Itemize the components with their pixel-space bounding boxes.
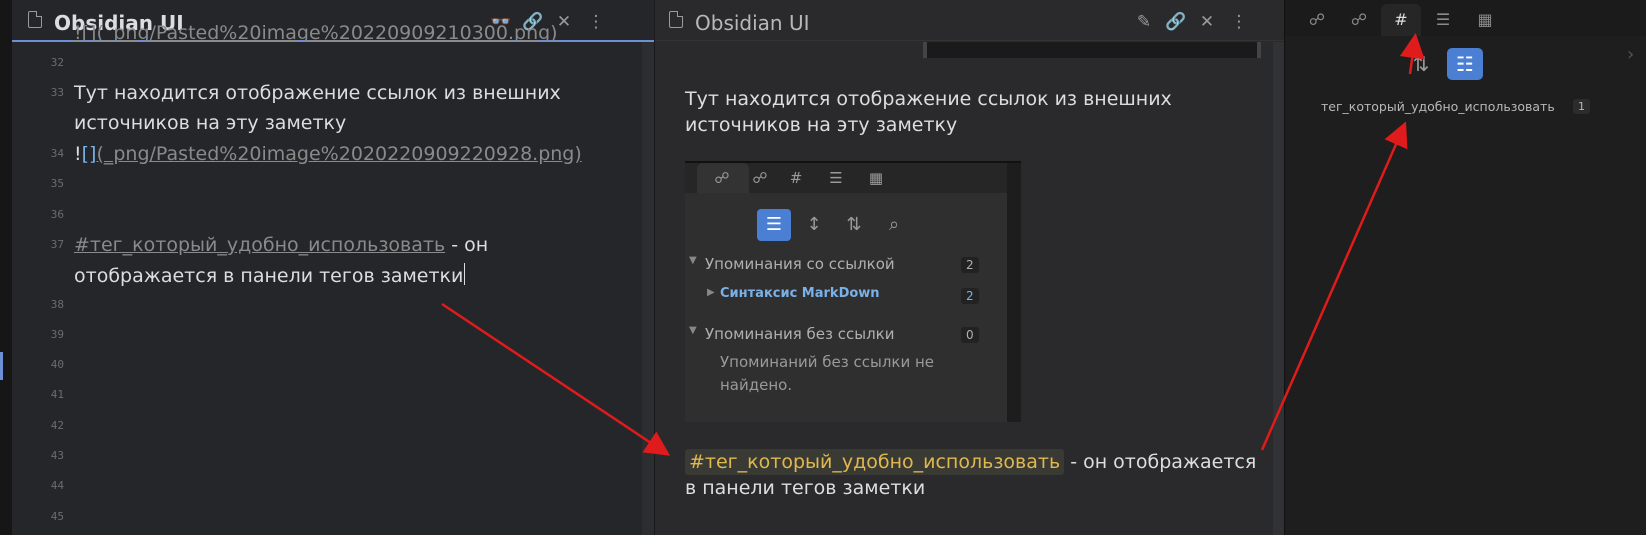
editor-line-33b[interactable]: источников на эту заметку — [74, 108, 346, 138]
preview-paragraph-line2: источников на эту заметку — [685, 114, 958, 136]
unlinked-mentions-label: Упоминания без ссылки — [705, 325, 895, 343]
tag-icon: # — [789, 169, 803, 187]
line-number: 36 — [50, 208, 64, 221]
edit-icon[interactable]: ✎ — [1133, 11, 1155, 33]
line-number: 43 — [50, 449, 64, 462]
line-number: 34 — [50, 147, 64, 160]
outline-icon: ☰ — [829, 169, 843, 187]
backlinks-tab-icon[interactable]: ☍ — [1297, 4, 1337, 36]
document-icon — [669, 11, 683, 28]
preview-header: Obsidian UI ✎ 🔗 ✕ ⋮ — [655, 4, 1285, 41]
line-number: 33 — [50, 86, 64, 99]
line-number: 32 — [50, 56, 64, 69]
preview-title: Obsidian UI — [695, 11, 810, 35]
cut-off-line: ![](_png/Pasted%20image%20220909210300.p… — [74, 24, 558, 42]
preview-paragraph-line1: Тут находится отображение ссылок из внеш… — [685, 88, 1172, 110]
caret-right-icon: ▶ — [707, 287, 715, 298]
caret-down-icon: ▼ — [689, 325, 697, 336]
collapse-icon: ↕ — [806, 214, 822, 235]
preview-tag-line1: #тег_который_удобно_использовать - он от… — [685, 449, 1256, 475]
line-number: 35 — [50, 177, 64, 190]
caret-down-icon: ▼ — [689, 255, 697, 266]
line-number: 39 — [50, 328, 64, 341]
search-icon: ⌕ — [888, 214, 900, 235]
unlinked-empty-line1: Упоминаний без ссылки не — [720, 353, 935, 371]
chevron-right-icon[interactable]: › — [1627, 44, 1634, 65]
table-icon: ▦ — [868, 169, 884, 187]
table-tab-icon[interactable]: ▦ — [1465, 4, 1505, 36]
embedded-rail — [1007, 163, 1021, 422]
linked-mentions-label: Упоминания со ссылкой — [705, 255, 895, 273]
editor-line-37a[interactable]: #тег_который_удобно_использовать - он — [74, 230, 488, 260]
sidebar-tab-bar: ☍ ☍ # ☰ ▦ — [1285, 0, 1646, 36]
backlinks-icon: ☍ — [714, 169, 730, 187]
list-view-icon: ☰ — [757, 209, 791, 241]
unlinked-mentions-count: 0 — [961, 327, 979, 343]
linked-mention-item: Синтаксис MarkDown — [720, 286, 880, 301]
linked-item-count: 2 — [961, 288, 979, 304]
line-number: 37 — [50, 238, 64, 251]
more-options-icon[interactable]: ⋮ — [585, 11, 607, 33]
linked-mentions-count: 2 — [961, 257, 979, 273]
text-cursor — [464, 263, 466, 285]
sort-icon: ⇅ — [846, 214, 862, 235]
editor-line-37b[interactable]: отображается в панели тегов заметки — [74, 261, 466, 291]
editor-pane[interactable]: Obsidian UI 👓 🔗 ✕ ⋮ ![](_png/Pasted%20im… — [12, 0, 654, 535]
embedded-tab-bar: ☍ ☍ # ☰ ▦ — [685, 163, 1021, 193]
image-link[interactable]: (_png/Pasted%20image%2020220909220928.pn… — [96, 143, 581, 165]
unlinked-empty-line2: найдено. — [720, 376, 793, 394]
tags-tab-icon[interactable]: # — [1381, 4, 1421, 36]
embedded-image-top — [923, 42, 1261, 58]
editor-line-34[interactable]: ![](_png/Pasted%20image%2020220909220928… — [74, 139, 582, 169]
line-number: 45 — [50, 510, 64, 523]
document-icon — [28, 11, 42, 28]
tag-list-item[interactable]: тег_который_удобно_использовать — [1321, 99, 1555, 114]
line-number: 44 — [50, 479, 64, 492]
more-options-icon[interactable]: ⋮ — [1228, 11, 1250, 33]
embedded-screenshot: ☍ ☍ # ☰ ▦ ☰ ↕ ⇅ ⌕ ▼ Упоминания со ссылко… — [685, 161, 1021, 422]
line-number: 41 — [50, 388, 64, 401]
link-icon[interactable]: 🔗 — [1165, 11, 1187, 33]
editor-scrollbar[interactable] — [642, 42, 654, 535]
preview-pane[interactable]: Obsidian UI ✎ 🔗 ✕ ⋮ Тут находится отобра… — [654, 0, 1285, 535]
preview-tag[interactable]: #тег_который_удобно_использовать — [685, 449, 1065, 475]
tag-count-badge: 1 — [1573, 99, 1590, 114]
editor-line-33a[interactable]: Тут находится отображение ссылок из внеш… — [74, 78, 561, 108]
close-icon[interactable]: ✕ — [1196, 11, 1218, 33]
outline-tab-icon[interactable]: ☰ — [1423, 4, 1463, 36]
active-indicator — [0, 352, 3, 380]
outgoing-links-tab-icon[interactable]: ☍ — [1339, 4, 1379, 36]
tree-view-icon[interactable]: ☷ — [1447, 48, 1483, 80]
line-number: 42 — [50, 419, 64, 432]
right-sidebar: ☍ ☍ # ☰ ▦ ⇅ ☷ › тег_который_удобно_испол… — [1284, 0, 1646, 535]
line-number: 40 — [50, 358, 64, 371]
line-number: 38 — [50, 298, 64, 311]
outgoing-links-icon: ☍ — [752, 169, 768, 187]
tag-link[interactable]: #тег_который_удобно_использовать — [74, 234, 445, 256]
preview-tag-line2: в панели тегов заметки — [685, 477, 926, 499]
sort-icon[interactable]: ⇅ — [1403, 48, 1439, 80]
